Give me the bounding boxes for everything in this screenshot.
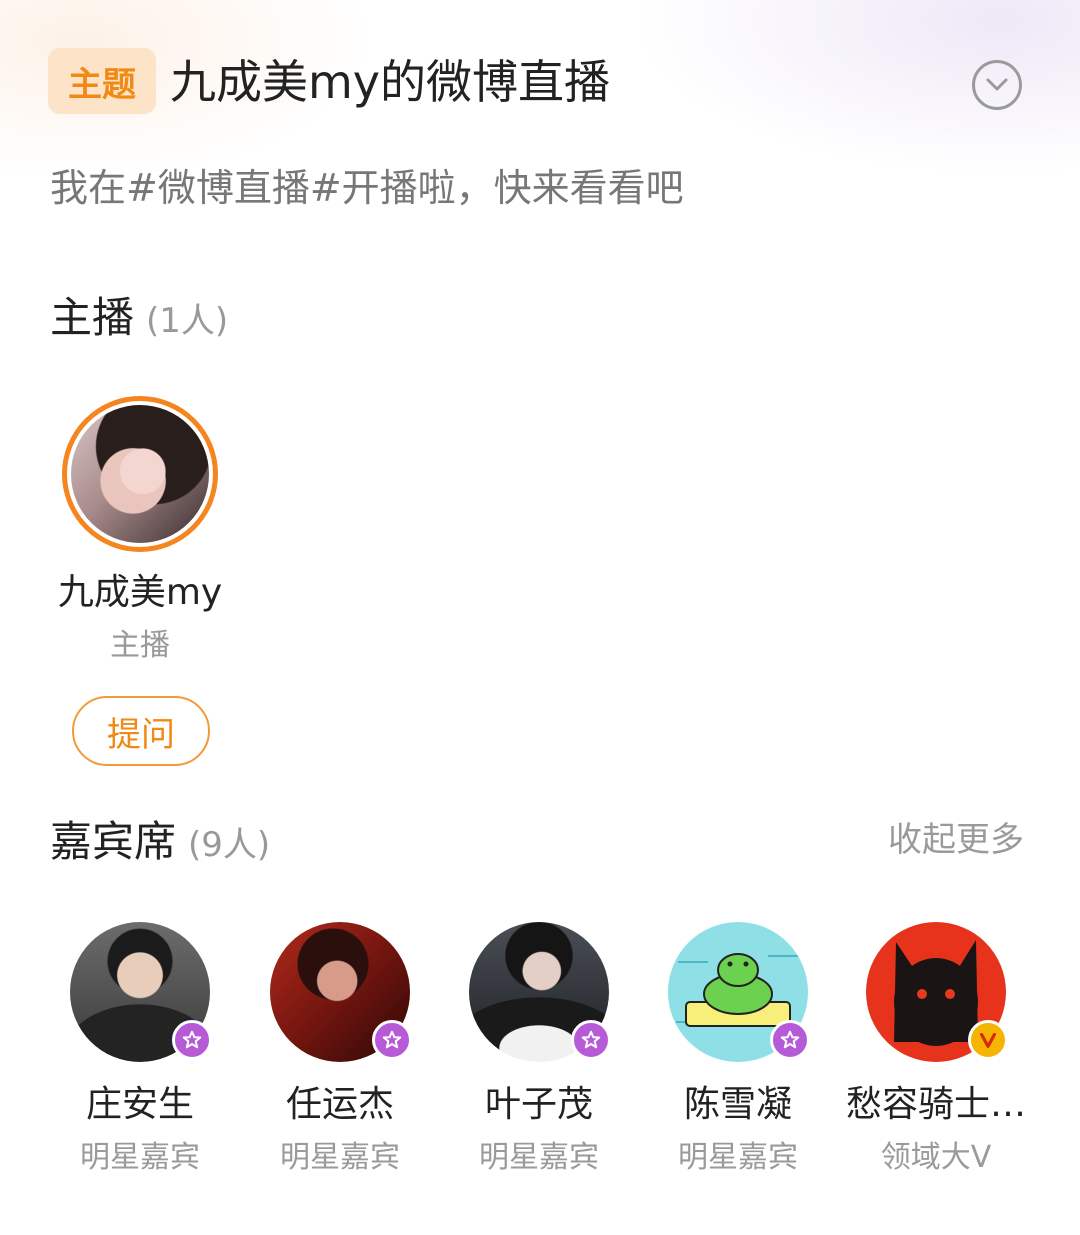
guest-name[interactable]: 叶子茂 <box>439 1080 639 1130</box>
star-icon <box>581 1030 601 1049</box>
host-count: (1人) <box>146 301 229 341</box>
star-badge <box>372 1020 412 1060</box>
guest-role: 明星嘉宾 <box>678 1140 798 1175</box>
v-badge-icon <box>980 1032 996 1048</box>
star-badge <box>172 1020 212 1060</box>
host-avatar[interactable] <box>62 396 218 552</box>
guest-section-label: 嘉宾席 <box>50 817 177 866</box>
guest-item[interactable]: 庄安生 明星嘉宾 <box>40 922 240 1182</box>
guest-name[interactable]: 愁容骑士… <box>836 1080 1036 1130</box>
host-avatar-image <box>71 405 209 543</box>
host-section-label: 主播 <box>50 293 135 342</box>
chevron-down-icon <box>986 78 1008 91</box>
star-icon <box>182 1030 202 1049</box>
guest-item[interactable]: 愁容骑士… 领域大V <box>836 922 1036 1182</box>
v-badge <box>968 1020 1008 1060</box>
ask-question-button[interactable]: 提问 <box>72 696 210 766</box>
collapse-more-link[interactable]: 收起更多 <box>888 814 1024 866</box>
guest-count: (9人) <box>188 825 271 865</box>
ask-question-label: 提问 <box>107 714 175 755</box>
expand-button[interactable] <box>972 60 1022 110</box>
host-role: 主播 <box>110 628 170 663</box>
page-title: 九成美my的微博直播 <box>170 55 611 109</box>
topic-tag: 主题 <box>48 48 156 114</box>
host-name[interactable]: 九成美my <box>40 568 240 618</box>
guest-role: 领域大V <box>880 1140 992 1175</box>
topic-tag-label: 主题 <box>68 64 136 105</box>
guest-role: 明星嘉宾 <box>80 1140 200 1175</box>
live-description: 我在#微博直播#开播啦，快来看看吧 <box>50 166 684 210</box>
host-section-title: 主播 (1人) <box>50 290 228 349</box>
guest-section-title: 嘉宾席 (9人) <box>50 814 270 873</box>
guest-item[interactable]: 叶子茂 明星嘉宾 <box>439 922 639 1182</box>
guest-name[interactable]: 陈雪凝 <box>638 1080 838 1130</box>
star-icon <box>382 1030 402 1049</box>
guest-item[interactable]: 任运杰 明星嘉宾 <box>240 922 440 1182</box>
guest-role: 明星嘉宾 <box>280 1140 400 1175</box>
star-icon <box>780 1030 800 1049</box>
guest-name[interactable]: 任运杰 <box>240 1080 440 1130</box>
live-info-panel: 主题 九成美my的微博直播 我在#微博直播#开播啦，快来看看吧 主播 (1人) 九… <box>0 0 1080 1235</box>
guest-role: 明星嘉宾 <box>479 1140 599 1175</box>
guest-name[interactable]: 庄安生 <box>40 1080 240 1130</box>
guest-item[interactable]: 陈雪凝 明星嘉宾 <box>638 922 838 1182</box>
star-badge <box>770 1020 810 1060</box>
star-badge <box>571 1020 611 1060</box>
